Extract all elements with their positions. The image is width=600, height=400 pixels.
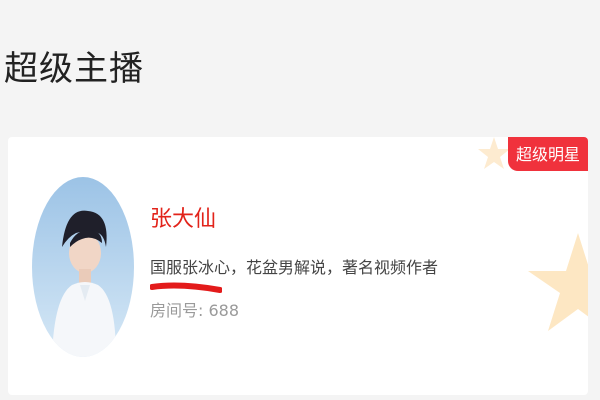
streamer-name[interactable]: 张大仙	[150, 209, 216, 231]
room-number-value: 688	[208, 301, 240, 320]
red-underline-mark	[150, 282, 222, 293]
room-number-label: 房间号:	[150, 301, 204, 320]
avatar[interactable]	[32, 177, 134, 357]
streamer-description: 国服张冰心，花盆男解说，著名视频作者	[150, 258, 439, 277]
super-star-badge: 超级明星	[507, 137, 588, 171]
streamer-card[interactable]: 超级明星 张大仙 国服张冰心，花盆男解说，著名视频作者 房间号: 688	[8, 137, 588, 395]
section-title: 超级主播	[4, 49, 144, 89]
room-number: 房间号: 688	[150, 303, 239, 319]
star-decoration-icon	[478, 137, 588, 331]
streamer-photo-icon	[32, 177, 134, 357]
